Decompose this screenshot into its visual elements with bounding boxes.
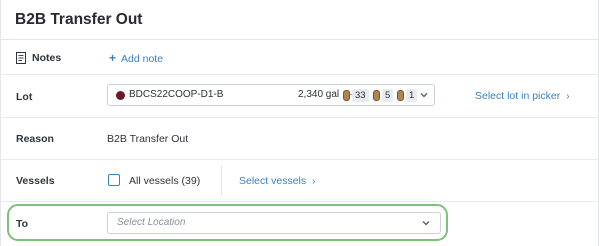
- chevron-down-icon: [420, 93, 428, 98]
- barrel-count-pill: 33: [352, 89, 369, 102]
- add-note-label: Add note: [121, 53, 164, 65]
- lot-color-dot: [116, 91, 125, 100]
- plus-icon: +: [109, 51, 117, 65]
- barrel-icon: [373, 90, 380, 101]
- lot-code: BDCS22COOP-D1-B: [129, 89, 224, 100]
- chevron-right-icon: ›: [566, 91, 570, 102]
- select-lot-in-picker-link[interactable]: Select lot in picker ›: [475, 90, 570, 102]
- notes-row: Notes + Add note: [1, 40, 599, 75]
- barrel-count-pill: 5: [382, 89, 394, 102]
- panel-header: B2B Transfer Out: [1, 0, 599, 40]
- notes-label: Notes: [32, 52, 62, 64]
- lot-select[interactable]: BDCS22COOP-D1-B 2,340 gal – 33 5 1: [107, 84, 435, 106]
- to-label: To: [16, 218, 29, 230]
- lot-volume: 2,340 gal: [298, 89, 340, 100]
- barrel-count-pill: 1: [406, 89, 418, 102]
- divider: [221, 166, 222, 195]
- form-panel: B2B Transfer Out Notes + Add note Lot Sel…: [0, 0, 599, 246]
- add-note-link[interactable]: + Add note: [109, 51, 163, 65]
- location-placeholder: Select Location: [117, 217, 186, 228]
- vessels-label: Vessels: [16, 175, 55, 187]
- select-vessels-link[interactable]: Select vessels ›: [239, 175, 315, 187]
- document-icon: [16, 52, 26, 64]
- to-row: To Select Location: [1, 202, 599, 246]
- reason-value: B2B Transfer Out: [107, 133, 189, 145]
- reason-row: Reason B2B Transfer Out: [1, 118, 599, 160]
- vessels-row: Vessels All vessels (39) Select vessels ›: [1, 160, 599, 202]
- all-vessels-label[interactable]: All vessels (39): [129, 175, 200, 187]
- lot-label: Lot: [16, 91, 33, 103]
- select-vessels-label: Select vessels: [239, 175, 307, 187]
- location-select[interactable]: Select Location: [107, 212, 441, 234]
- page-title: B2B Transfer Out: [15, 11, 143, 28]
- barrel-icon: [343, 90, 350, 101]
- chevron-right-icon: ›: [312, 176, 316, 187]
- select-lot-in-picker-label: Select lot in picker: [475, 90, 561, 102]
- barrel-icon: [397, 90, 404, 101]
- chevron-down-icon: [422, 221, 430, 226]
- reason-label: Reason: [16, 133, 54, 145]
- all-vessels-checkbox[interactable]: [108, 174, 120, 186]
